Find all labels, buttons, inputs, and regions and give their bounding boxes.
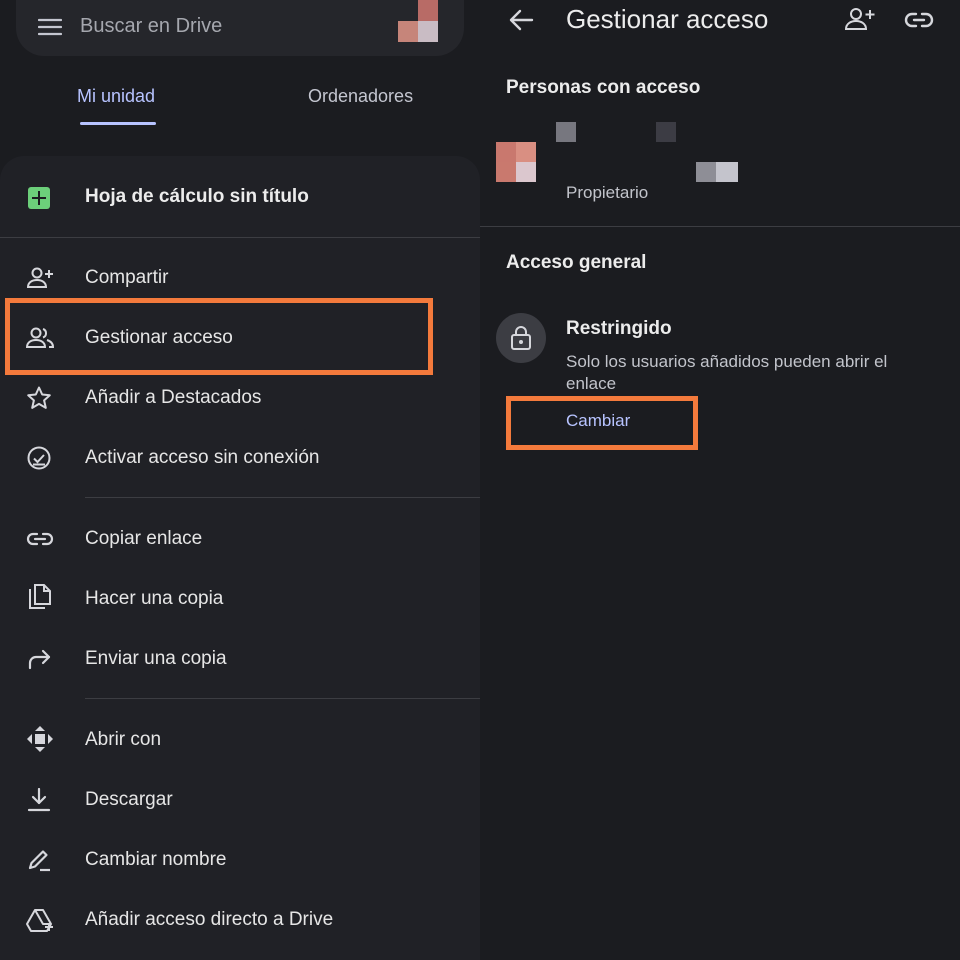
redacted-name — [556, 122, 576, 142]
menu-item-label: Añadir a Destacados — [85, 387, 262, 408]
manage-access-panel: Gestionar acceso Personas con acceso Pro… — [480, 0, 960, 960]
divider — [85, 698, 480, 699]
redacted-email — [696, 162, 716, 182]
hamburger-menu-icon[interactable] — [37, 17, 63, 37]
menu-item-label: Añadir acceso directo a Drive — [85, 909, 334, 930]
file-actions-sheet: Hoja de cálculo sin título Compartir Ges… — [0, 156, 480, 960]
menu-item-descargar[interactable]: Descargar — [0, 770, 480, 830]
lock-icon — [496, 313, 546, 363]
google-sheets-icon — [28, 187, 50, 209]
send-arrow-icon — [26, 647, 54, 671]
arrow-back-icon[interactable] — [508, 8, 536, 32]
menu-item-destacados[interactable]: Añadir a Destacados — [0, 368, 480, 428]
menu-item-label: Copiar enlace — [85, 528, 203, 549]
redacted-name — [656, 122, 676, 142]
menu-item-cambiar-nombre[interactable]: Cambiar nombre — [0, 830, 480, 890]
add-person-icon[interactable] — [844, 6, 876, 32]
menu-item-acceso-directo[interactable]: Añadir acceso directo a Drive — [0, 890, 480, 950]
menu-item-sin-conexion[interactable]: Activar acceso sin conexión — [0, 428, 480, 488]
drive-shortcut-icon — [26, 908, 54, 932]
star-icon — [26, 386, 54, 410]
tab-ordenadores[interactable]: Ordenadores — [308, 86, 413, 107]
highlight-box — [5, 298, 433, 375]
divider — [0, 237, 480, 238]
menu-item-label: Hacer una copia — [85, 588, 224, 609]
copy-icon — [26, 583, 54, 609]
avatar-pixel — [516, 142, 536, 162]
file-title: Hoja de cálculo sin título — [85, 186, 309, 207]
menu-item-copiar-enlace[interactable]: Copiar enlace — [0, 509, 480, 569]
menu-item-label: Cambiar nombre — [85, 849, 227, 870]
add-person-icon — [26, 266, 54, 290]
page-title: Gestionar acceso — [566, 4, 769, 34]
people-with-access-heading: Personas con acceso — [506, 77, 701, 98]
search-bar[interactable]: Buscar en Drive — [16, 0, 464, 56]
divider — [85, 497, 480, 498]
download-icon — [26, 788, 54, 812]
menu-item-label: Activar acceso sin conexión — [85, 447, 320, 468]
drive-panel: Buscar en Drive Mi unidad Ordenadores Ho… — [0, 0, 480, 960]
menu-item-label: Enviar una copia — [85, 648, 227, 669]
highlight-box — [506, 396, 698, 450]
owner-role: Propietario — [566, 183, 649, 202]
avatar[interactable] — [398, 0, 438, 42]
offline-check-icon — [26, 446, 54, 470]
search-input[interactable]: Buscar en Drive — [80, 15, 222, 38]
redacted-email — [716, 162, 738, 182]
sheet-header: Hoja de cálculo sin título — [0, 156, 480, 238]
avatar-pixel — [496, 162, 516, 182]
divider — [480, 226, 960, 227]
menu-item-hacer-copia[interactable]: Hacer una copia — [0, 569, 480, 629]
menu-item-label: Descargar — [85, 789, 173, 810]
link-icon[interactable] — [904, 8, 934, 32]
menu-item-abrir-con[interactable]: Abrir con — [0, 710, 480, 770]
general-access-description: Solo los usuarios añadidos pueden abrir … — [566, 352, 888, 393]
active-tab-indicator — [80, 122, 156, 125]
tab-mi-unidad[interactable]: Mi unidad — [77, 86, 155, 107]
drive-tabs: Mi unidad Ordenadores — [0, 72, 480, 132]
menu-item-enviar-copia[interactable]: Enviar una copia — [0, 629, 480, 689]
link-icon — [26, 527, 54, 551]
pencil-icon — [26, 848, 54, 872]
menu-item-label: Abrir con — [85, 729, 162, 750]
avatar-pixel — [516, 162, 536, 182]
menu-item-label: Compartir — [85, 267, 169, 288]
general-access-heading: Acceso general — [506, 252, 647, 273]
move-arrows-icon — [26, 725, 54, 752]
avatar-pixel — [496, 142, 516, 162]
general-access-title: Restringido — [566, 318, 672, 339]
